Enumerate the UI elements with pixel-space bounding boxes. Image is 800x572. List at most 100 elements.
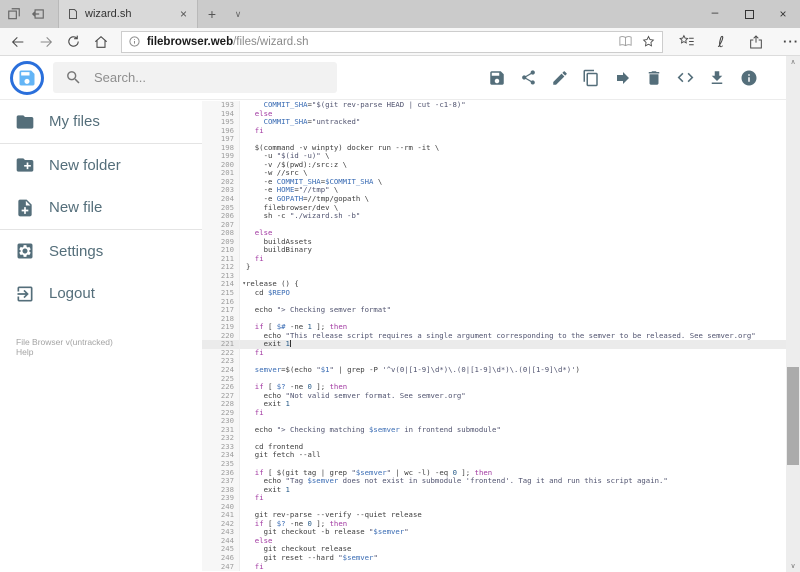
code-text[interactable]: exit 1 (240, 399, 786, 409)
raw-code-button[interactable] (676, 68, 695, 87)
sidebar-item-new-file[interactable]: New file (0, 186, 202, 229)
rename-button[interactable] (550, 68, 569, 87)
move-button[interactable] (613, 68, 632, 87)
scrollbar-thumb[interactable] (787, 367, 799, 465)
code-line[interactable]: 229 fi (202, 408, 786, 418)
code-line[interactable]: 212} (202, 263, 786, 272)
home-button[interactable] (87, 30, 115, 54)
code-text[interactable]: fi (240, 254, 786, 264)
tab-close-icon[interactable]: × (178, 7, 189, 21)
code-text[interactable]: cd frontend (240, 442, 786, 452)
code-line[interactable]: 224 semver=$(echo "$1" | grep -P '^v(0|[… (202, 365, 786, 375)
share-button[interactable] (519, 68, 538, 87)
web-note-pen-icon[interactable]: ℓ (712, 33, 730, 51)
tab-preview-chevron-icon[interactable]: ∨ (226, 0, 250, 28)
tabs-set-aside-icon[interactable] (6, 6, 22, 22)
filebrowser-logo[interactable] (10, 60, 44, 95)
code-text[interactable]: exit 1 (240, 485, 786, 495)
code-text[interactable]: echo "Not valid semver format. See semve… (240, 391, 786, 401)
help-link[interactable]: Help (16, 347, 202, 357)
code-line[interactable]: 215 cd $REPO (202, 288, 786, 298)
code-text[interactable]: echo "> Checking matching $semver in fro… (240, 425, 786, 435)
code-text[interactable]: buildAssets (240, 237, 786, 247)
code-line[interactable]: 211 fi (202, 254, 786, 264)
code-text[interactable]: semver=$(echo "$1" | grep -P '^v(0|[1-9]… (240, 365, 786, 375)
code-line[interactable]: 221 exit 1 (202, 340, 786, 349)
maximize-button[interactable] (732, 0, 766, 28)
code-text[interactable]: release () { (240, 280, 786, 289)
url-path: /files/wizard.sh (233, 35, 309, 48)
forward-button[interactable] (32, 30, 60, 54)
app-header: Search... (0, 56, 786, 100)
code-line[interactable]: 210 buildBinary (202, 246, 786, 255)
delete-button[interactable] (645, 68, 664, 87)
code-text[interactable]: git reset --hard "$semver" (240, 553, 786, 563)
reading-view-icon[interactable] (618, 35, 633, 48)
code-line[interactable]: 195 COMMIT_SHA="untracked" (202, 117, 786, 127)
code-editor[interactable]: 193 COMMIT_SHA="$(git rev-parse HEAD | c… (202, 100, 786, 572)
code-text[interactable]: fi (240, 493, 786, 503)
code-text[interactable] (240, 221, 786, 230)
code-line[interactable]: 234 git fetch --all (202, 451, 786, 460)
code-text[interactable]: -v /$(pwd):/src:z \ (240, 160, 786, 170)
save-button[interactable] (487, 68, 506, 87)
code-text[interactable]: echo "This release script requires a sin… (240, 331, 786, 341)
new-tab-button[interactable]: + (198, 0, 226, 28)
code-text[interactable]: fi (240, 348, 786, 358)
code-text[interactable]: fi (240, 408, 786, 418)
info-button[interactable] (739, 68, 758, 87)
sidebar-item-logout[interactable]: Logout (0, 272, 202, 315)
minimize-button[interactable]: – (698, 0, 732, 26)
scroll-down-icon[interactable]: ∨ (786, 560, 800, 572)
code-text[interactable] (240, 434, 786, 443)
refresh-button[interactable] (59, 30, 87, 54)
search-input[interactable]: Search... (53, 62, 337, 93)
share-icon-browser[interactable] (747, 33, 765, 51)
address-bar[interactable]: filebrowser.web/files/wizard.sh (120, 30, 664, 53)
code-line[interactable]: 207 (202, 220, 786, 230)
page-scrollbar[interactable]: ∧ ∨ (786, 56, 800, 572)
fold-arrow-icon[interactable]: ▾ (242, 280, 246, 289)
code-line[interactable]: 231 echo "> Checking matching $semver in… (202, 425, 786, 435)
sidebar-item-my-files[interactable]: My files (0, 100, 202, 143)
code-text[interactable]: echo "> Checking semver format" (240, 305, 786, 315)
code-text[interactable] (240, 272, 786, 281)
code-text[interactable]: COMMIT_SHA="untracked" (240, 117, 786, 127)
code-line[interactable]: 193 COMMIT_SHA="$(git rev-parse HEAD | c… (202, 100, 786, 110)
code-text[interactable]: else (240, 228, 786, 238)
code-line[interactable]: 222 fi (202, 348, 786, 358)
code-line[interactable]: 228 exit 1 (202, 399, 786, 409)
browser-tab[interactable]: wizard.sh × (58, 0, 198, 28)
code-line[interactable]: 217 echo "> Checking semver format" (202, 305, 786, 315)
site-info-icon[interactable] (128, 35, 141, 48)
scroll-up-icon[interactable]: ∧ (786, 56, 800, 68)
code-text[interactable]: cd $REPO (240, 288, 786, 298)
code-text[interactable]: git fetch --all (240, 451, 786, 460)
sidebar-item-settings[interactable]: Settings (0, 229, 202, 272)
code-line[interactable]: 206 sh -c "./wizard.sh -b" (202, 211, 786, 221)
close-button[interactable]: × (766, 0, 800, 28)
code-line[interactable]: 238 exit 1 (202, 485, 786, 495)
code-line[interactable]: 247 fi (202, 562, 786, 572)
code-text[interactable]: sh -c "./wizard.sh -b" (240, 211, 786, 221)
code-text[interactable]: } (240, 263, 786, 272)
download-button[interactable] (708, 68, 727, 87)
code-line[interactable]: 246 git reset --hard "$semver" (202, 553, 786, 563)
code-line[interactable]: 239 fi (202, 493, 786, 503)
code-text[interactable]: git checkout -b release "$semver" (240, 528, 786, 537)
code-text[interactable]: fi (240, 126, 786, 136)
back-button[interactable] (4, 30, 32, 54)
add-favorite-star-icon[interactable] (641, 34, 656, 49)
more-options-icon[interactable]: ··· (782, 33, 800, 51)
code-text[interactable]: echo "Tag $semver does not exist in subm… (240, 476, 786, 486)
code-line[interactable]: 243 git checkout -b release "$semver" (202, 528, 786, 537)
favorites-hub-icon[interactable] (677, 33, 695, 51)
code-text[interactable]: exit 1 (240, 340, 786, 349)
sidebar-item-new-folder[interactable]: New folder (0, 143, 202, 186)
copy-button[interactable] (582, 68, 601, 87)
code-text[interactable]: buildBinary (240, 246, 786, 255)
set-tabs-aside-icon[interactable] (30, 6, 46, 22)
code-text[interactable]: COMMIT_SHA="$(git rev-parse HEAD | cut -… (240, 100, 786, 110)
code-line[interactable]: 196 fi (202, 126, 786, 136)
code-text[interactable]: fi (240, 562, 786, 572)
